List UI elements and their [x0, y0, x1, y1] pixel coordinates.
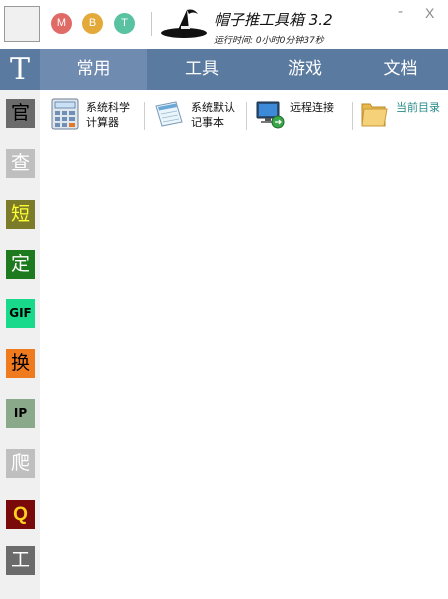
header-divider: [151, 12, 152, 36]
notepad-tool[interactable]: 系统默认 记事本: [146, 90, 246, 140]
sidebar-logo: T: [0, 49, 40, 90]
b-button[interactable]: B: [82, 13, 103, 34]
t-button[interactable]: T: [114, 13, 135, 34]
sidebar-item-query[interactable]: 查: [6, 149, 35, 178]
notepad-label: 系统默认 记事本: [191, 101, 235, 129]
notepad-icon: [155, 101, 183, 127]
sidebar-item-official[interactable]: 官: [6, 99, 35, 128]
current-folder-tool[interactable]: 当前目录: [354, 90, 448, 140]
m-button[interactable]: M: [51, 13, 72, 34]
close-button[interactable]: X: [425, 5, 434, 21]
calculator-icon: [51, 98, 79, 130]
tool-shortcuts: 系统科学 计算器 系统默认 记事本 远程连接 当前目录: [40, 90, 448, 140]
remote-desktop-icon: [256, 101, 285, 129]
remote-desktop-tool[interactable]: 远程连接: [248, 90, 352, 140]
sidebar-item-fixed[interactable]: 定: [6, 250, 35, 279]
runtime-text: 运行时间: 0小时0分钟37秒: [214, 36, 324, 46]
tool-divider: [246, 102, 247, 130]
sidebar-item-short[interactable]: 短: [6, 200, 35, 229]
sidebar-item-crawl[interactable]: 爬: [6, 449, 35, 478]
tab-docs[interactable]: 文档: [353, 49, 448, 90]
sidebar: T 官 查 短 定 GIF 换 IP 爬 Q 工: [0, 49, 40, 599]
remote-desktop-label: 远程连接: [290, 101, 334, 114]
sidebar-item-ip[interactable]: IP: [6, 399, 35, 428]
sidebar-item-convert[interactable]: 换: [6, 349, 35, 378]
tab-games[interactable]: 游戏: [257, 49, 353, 90]
tab-common[interactable]: 常用: [40, 49, 147, 90]
avatar[interactable]: [4, 6, 40, 42]
sidebar-item-q[interactable]: Q: [6, 500, 35, 529]
tool-divider: [144, 102, 145, 130]
calculator-tool[interactable]: 系统科学 计算器: [40, 90, 144, 140]
tab-bar: 常用 工具 游戏 文档: [40, 49, 448, 90]
tool-divider: [352, 102, 353, 130]
tab-tools[interactable]: 工具: [147, 49, 257, 90]
minimize-button[interactable]: -: [398, 4, 403, 20]
current-folder-label: 当前目录: [396, 101, 440, 114]
witch-hat-logo-icon: [161, 9, 207, 38]
calculator-label: 系统科学 计算器: [86, 101, 130, 129]
sidebar-item-tool[interactable]: 工: [6, 546, 35, 575]
title-bar: M B T 帽子推工具箱 3.2 运行时间: 0小时0分钟37秒 - X: [0, 0, 448, 49]
sidebar-item-gif[interactable]: GIF: [6, 299, 35, 328]
folder-icon: [361, 103, 388, 127]
app-title: 帽子推工具箱 3.2: [214, 11, 333, 29]
